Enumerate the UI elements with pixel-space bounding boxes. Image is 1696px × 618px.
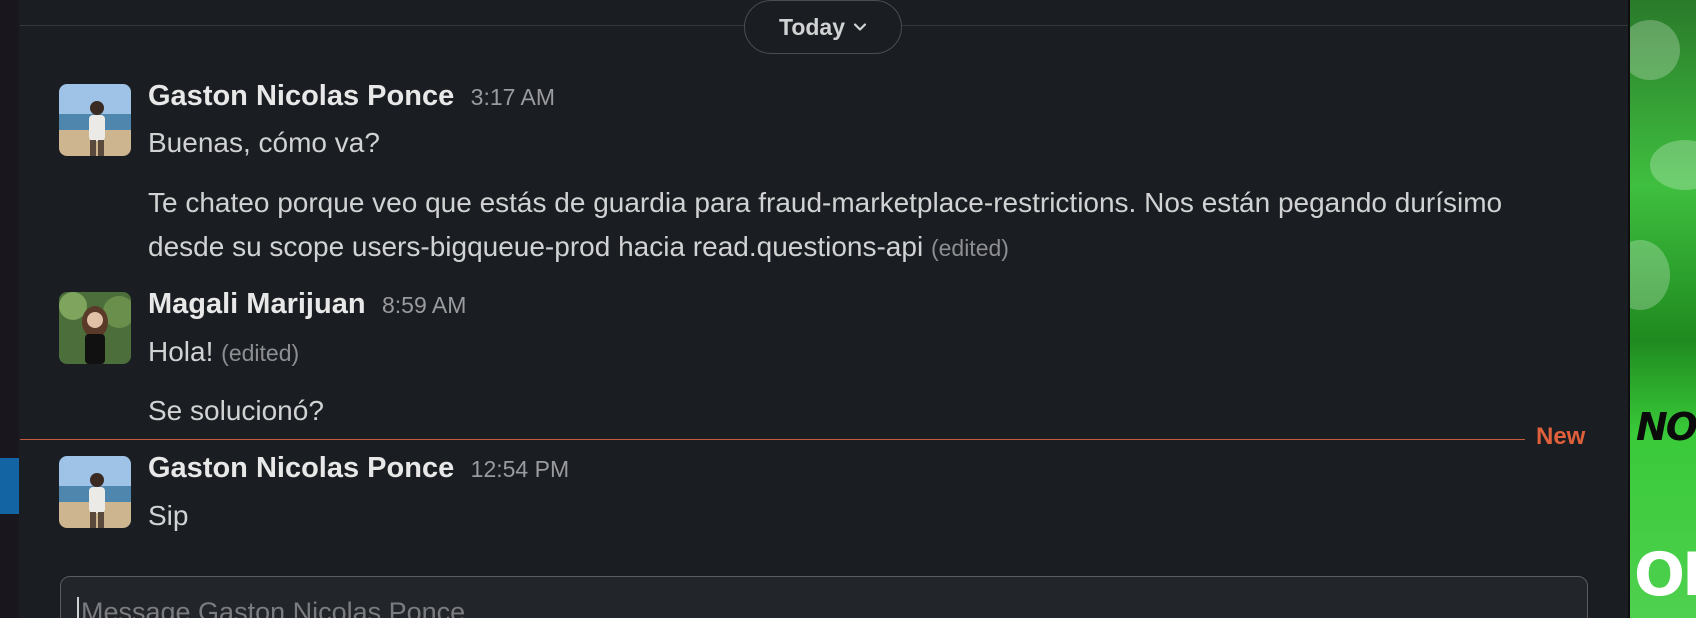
message-pane: Today Gaston Nicolas Ponce 3:17 AM Buena…: [20, 0, 1628, 618]
avatar[interactable]: [59, 84, 131, 156]
message-composer[interactable]: Message Gaston Nicolas Ponce: [60, 576, 1588, 618]
text-cursor: [77, 597, 79, 618]
message-timestamp[interactable]: 8:59 AM: [382, 292, 466, 318]
day-divider-button[interactable]: Today: [744, 0, 902, 54]
composer-placeholder: Message Gaston Nicolas Ponce: [81, 597, 466, 618]
day-divider-label: Today: [778, 13, 846, 40]
edited-label: (edited): [221, 340, 300, 366]
message-text-line: desde su scope users-bigqueue-prod hacia…: [148, 231, 924, 262]
background-wallpaper: NOC OF: [1628, 0, 1696, 618]
wallpaper-graphic: OF: [1634, 540, 1696, 610]
message-text: desde su scope users-bigqueue-prod hacia…: [148, 225, 1009, 270]
workspace-sidebar-edge: [0, 0, 19, 618]
active-item-indicator: [0, 458, 19, 514]
message-text: Hola! (edited): [148, 330, 299, 375]
message-timestamp[interactable]: 12:54 PM: [471, 456, 569, 482]
chevron-down-icon: [853, 23, 867, 31]
message-text: Te chateo porque veo que estás de guardi…: [148, 187, 1503, 218]
message-text-line: Hola!: [148, 336, 214, 367]
message-text: Sip: [148, 500, 189, 531]
edited-label: (edited): [930, 235, 1009, 261]
avatar[interactable]: [59, 292, 131, 364]
new-messages-label: New: [1536, 423, 1586, 450]
author-name[interactable]: Gaston Nicolas Ponce: [148, 452, 454, 484]
new-messages-divider: [20, 439, 1525, 440]
message-timestamp[interactable]: 3:17 AM: [471, 84, 555, 110]
message-text: Buenas, cómo va?: [148, 127, 380, 158]
wallpaper-graphic: NOC: [1636, 405, 1696, 449]
author-name[interactable]: Magali Marijuan: [148, 288, 366, 320]
message-text: Se solucionó?: [148, 395, 324, 426]
avatar[interactable]: [59, 456, 131, 528]
author-name[interactable]: Gaston Nicolas Ponce: [148, 80, 454, 112]
